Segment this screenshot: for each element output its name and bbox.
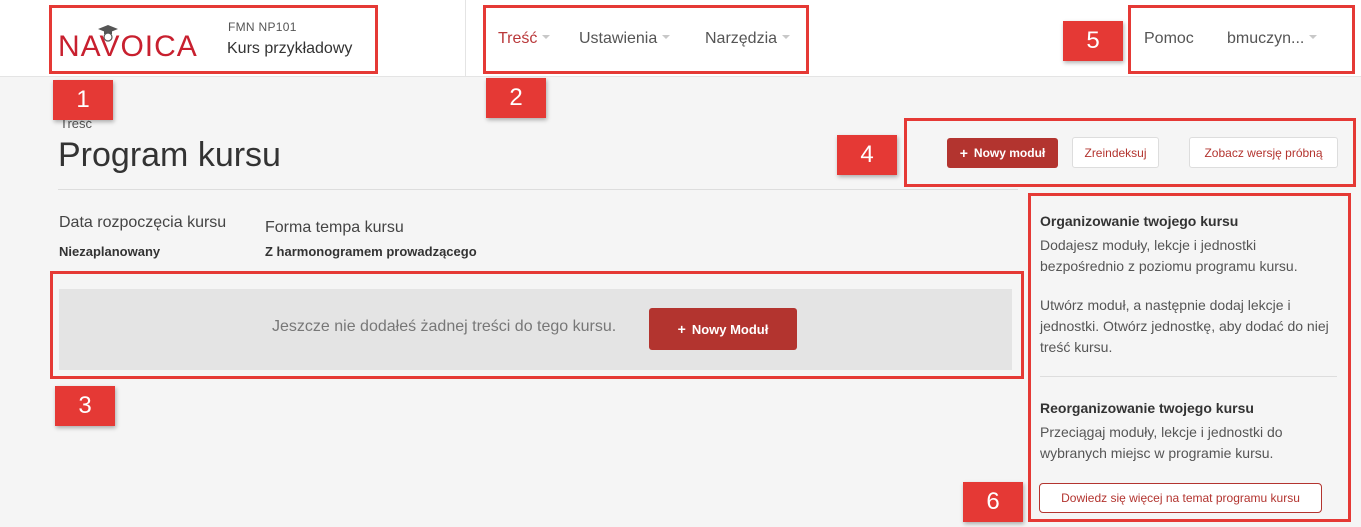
annotation-box-4	[904, 118, 1356, 187]
title-divider	[58, 189, 1018, 190]
annotation-box-5	[1128, 5, 1355, 74]
annotation-badge-5: 5	[1063, 21, 1123, 61]
annotation-badge-1: 1	[53, 80, 113, 120]
header-divider	[465, 0, 466, 77]
annotation-box-2	[483, 5, 809, 74]
annotation-badge-6: 6	[963, 482, 1023, 522]
annotation-badge-3: 3	[55, 386, 115, 426]
annotation-badge-4: 4	[837, 135, 897, 175]
page-title: Program kursu	[58, 136, 281, 174]
annotation-box-1	[49, 5, 378, 74]
annotation-box-6	[1028, 193, 1351, 522]
start-date-label: Data rozpoczęcia kursu	[59, 214, 227, 231]
annotation-badge-2: 2	[486, 78, 546, 118]
start-date-value: Niezaplanowany	[59, 244, 161, 259]
pace-value: Z harmonogramem prowadzącego	[265, 244, 477, 259]
annotation-box-3	[50, 271, 1024, 379]
pace-label: Forma tempa kursu	[265, 219, 404, 236]
